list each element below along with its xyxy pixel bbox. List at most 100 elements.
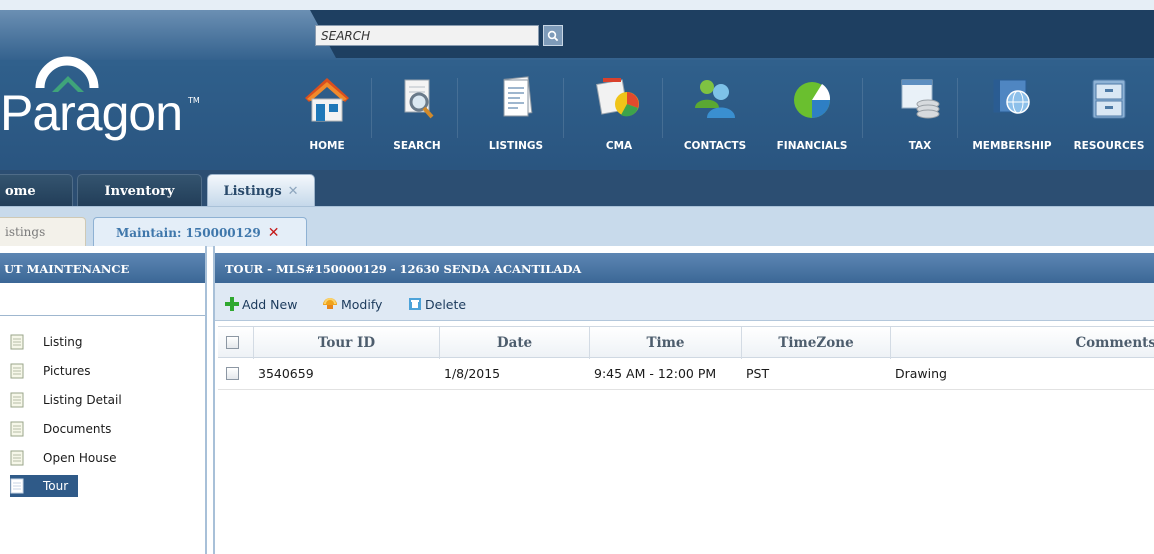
nav-separator (957, 78, 958, 138)
top-strip (0, 0, 1154, 10)
nav-separator (371, 78, 372, 138)
delete-icon (409, 298, 421, 310)
nav-tax-label: TAX (908, 140, 932, 152)
grid-header-row: Tour ID Date Time TimeZone Comments (218, 326, 1154, 359)
nav-resources[interactable]: RESOURCES (1064, 72, 1154, 162)
left-item-label: Listing (43, 335, 83, 349)
document-icon (10, 421, 24, 437)
document-icon (10, 478, 24, 494)
membership-globe-icon (993, 79, 1030, 114)
file-cabinet-icon (1092, 79, 1126, 119)
nav-listings-label: LISTINGS (488, 140, 544, 152)
paragon-logo[interactable]: Paragon TM (0, 48, 220, 148)
nav-listings[interactable]: LISTINGS (476, 72, 556, 162)
row-checkbox[interactable] (226, 367, 239, 380)
tab-listings[interactable]: Listings ✕ (207, 174, 315, 206)
row-checkbox-cell (218, 358, 254, 390)
modify-label: Modify (341, 296, 383, 312)
search-button[interactable] (543, 25, 563, 46)
nav-separator (457, 78, 458, 138)
search-input[interactable] (315, 25, 539, 46)
add-new-button[interactable]: Add New (224, 294, 297, 314)
nav-home-label: HOME (309, 140, 345, 152)
delete-button[interactable]: Delete (407, 294, 466, 314)
document-icon (10, 392, 24, 408)
cell-date: 1/8/2015 (444, 366, 501, 381)
delete-label: Delete (425, 296, 467, 312)
left-item-tour[interactable]: Tour (10, 475, 79, 497)
logo-text: Paragon (0, 85, 183, 141)
tab-inventory[interactable]: Inventory (77, 174, 202, 206)
nav-search[interactable]: SEARCH (382, 72, 452, 162)
document-icon (10, 363, 24, 379)
left-item-label: Documents (43, 422, 112, 436)
left-item-label: Pictures (43, 364, 91, 378)
document-icon (10, 450, 24, 466)
column-header-date[interactable]: Date (440, 327, 590, 359)
cell-comments: Drawing (895, 366, 947, 381)
nav-cma[interactable]: CMA (584, 72, 654, 162)
cell-timezone: PST (746, 366, 770, 381)
listing-sheet-icon (503, 76, 533, 117)
nav-cma-label: CMA (605, 140, 633, 152)
left-panel-filter[interactable] (0, 283, 205, 316)
nav-tax[interactable]: TAX (890, 72, 950, 162)
right-panel: TOUR - MLS#150000129 - 12630 SENDA ACANT… (213, 246, 1154, 554)
subtab-listings[interactable]: istings (0, 217, 86, 247)
left-item-label: Open House (43, 451, 117, 465)
subtab-maintain-close-icon[interactable]: ✕ (268, 225, 280, 241)
plus-icon (225, 297, 239, 311)
people-icon (695, 80, 735, 118)
nav-financials[interactable]: FINANCIALS (766, 72, 858, 162)
right-panel-title: TOUR - MLS#150000129 - 12630 SENDA ACANT… (215, 253, 1154, 283)
subtab-maintain-label: Maintain: 150000129 (116, 226, 261, 240)
nav-membership-label: MEMBERSHIP (972, 140, 1052, 152)
tab-home[interactable]: ome (0, 174, 73, 206)
nav-contacts[interactable]: CONTACTS (675, 72, 755, 162)
column-header-comments[interactable]: Comments (891, 327, 1154, 359)
nav-search-label: SEARCH (393, 140, 441, 152)
nav-home[interactable]: HOME (292, 72, 362, 162)
nav-separator (862, 78, 863, 138)
nav-contacts-label: CONTACTS (683, 140, 747, 152)
left-item-listing[interactable]: Listing (10, 331, 83, 353)
left-item-listing-detail[interactable]: Listing Detail (10, 389, 122, 411)
left-item-documents[interactable]: Documents (10, 418, 111, 440)
grid-toolbar: Add New Modify Delete (215, 283, 1154, 321)
tour-grid: Tour ID Date Time TimeZone Comments 3540… (218, 326, 1154, 390)
subtab-maintain[interactable]: Maintain: 150000129 ✕ (93, 217, 307, 247)
nav-separator (563, 78, 564, 138)
logo-trademark: TM (188, 96, 200, 105)
left-panel: UT MAINTENANCE Listing Pictures Listing … (0, 246, 207, 554)
left-item-pictures[interactable]: Pictures (10, 360, 91, 382)
left-item-label: Listing Detail (43, 393, 122, 407)
tab-home-label: ome (5, 184, 36, 199)
select-all-checkbox[interactable] (226, 336, 239, 349)
column-header-time[interactable]: Time (590, 327, 742, 359)
main-tab-bar: ome Inventory Listings ✕ (0, 170, 1154, 206)
nav-membership[interactable]: MEMBERSHIP (962, 72, 1062, 162)
select-all-checkbox-cell (218, 327, 254, 359)
add-new-label: Add New (242, 296, 298, 312)
modify-button[interactable]: Modify (321, 294, 382, 314)
document-icon (10, 334, 24, 350)
column-header-tour-id[interactable]: Tour ID (254, 327, 440, 359)
tab-listings-close-icon[interactable]: ✕ (288, 184, 299, 199)
left-item-label: Tour (43, 479, 69, 493)
subtab-listings-label: istings (5, 225, 46, 239)
house-icon (305, 78, 349, 122)
tax-coins-icon (901, 79, 940, 119)
cell-time: 9:45 AM - 12:00 PM (594, 366, 717, 381)
table-row[interactable]: 3540659 1/8/2015 9:45 AM - 12:00 PM PST … (218, 358, 1154, 390)
sub-tab-bar: istings Maintain: 150000129 ✕ (0, 206, 1154, 247)
column-header-timezone[interactable]: TimeZone (742, 327, 891, 359)
nav-separator (662, 78, 663, 138)
modify-icon (323, 298, 337, 309)
search-icon (547, 30, 559, 41)
pie-chart-icon (794, 82, 831, 118)
magnifier-document-icon (404, 79, 434, 119)
left-item-open-house[interactable]: Open House (10, 447, 116, 469)
app-header: Paragon TM HOME SEARCH (0, 0, 1154, 170)
nav-resources-label: RESOURCES (1073, 140, 1145, 152)
tab-inventory-label: Inventory (104, 184, 175, 199)
